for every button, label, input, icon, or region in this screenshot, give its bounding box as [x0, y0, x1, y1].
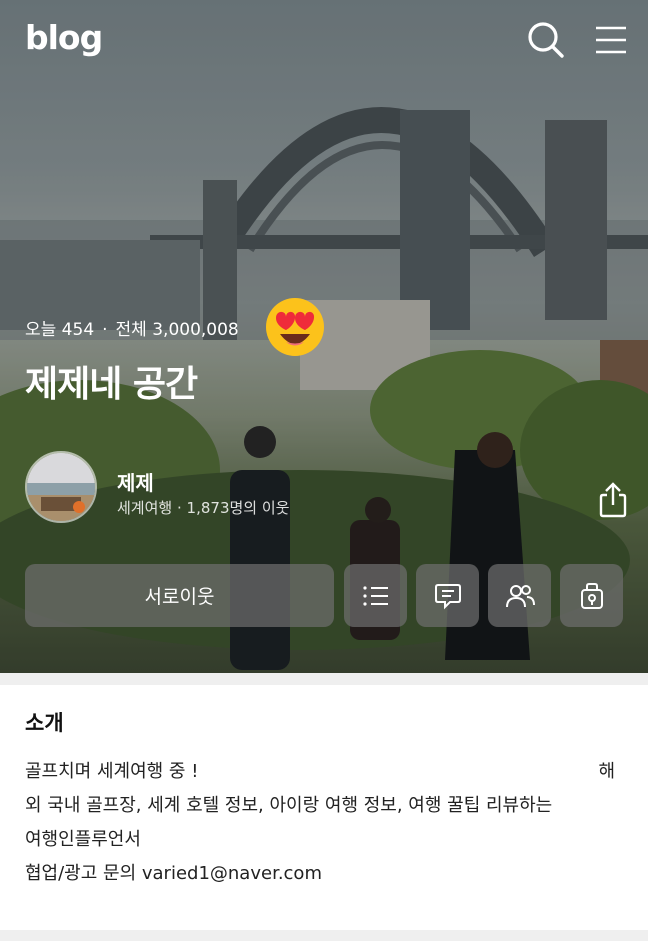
clip-icon: [580, 582, 603, 609]
intro-line-1: 골프치며 세계여행 중 !: [25, 761, 199, 782]
intro-text: 골프치며 세계여행 중 ! 해 외 국내 골프장, 세계 호텔 정보, 아이랑 여…: [25, 755, 625, 891]
meta-separator: ·: [176, 499, 182, 517]
share-icon[interactable]: [594, 481, 632, 519]
cover-image: blog 오늘 454 · 전체 3,000,008 제제네 공간 제제 세계여…: [0, 0, 648, 673]
intro-line-3: 여행인플루언서: [25, 829, 141, 850]
blogger-meta: 세계여행 · 1,873명의 이웃: [117, 497, 289, 518]
visitor-stats: 오늘 454 · 전체 3,000,008: [25, 315, 239, 340]
total-count: 전체 3,000,008: [115, 320, 239, 340]
blog-logo[interactable]: blog: [25, 18, 103, 57]
list-icon: [362, 585, 388, 606]
top-bar: blog: [0, 0, 648, 80]
neighbors-button[interactable]: [488, 564, 551, 627]
list-button[interactable]: [344, 564, 407, 627]
search-icon[interactable]: [526, 20, 566, 60]
message-button[interactable]: [416, 564, 479, 627]
clip-button[interactable]: [560, 564, 623, 627]
stats-separator: ·: [102, 320, 108, 340]
profile-avatar[interactable]: [25, 451, 97, 523]
heart-eyes-emoji-icon: [264, 296, 326, 358]
neighbor-count[interactable]: 1,873명의 이웃: [187, 499, 290, 517]
blog-title: 제제네 공간: [25, 364, 198, 405]
intro-line-2: 외 국내 골프장, 세계 호텔 정보, 아이랑 여행 정보, 여행 꿀팁 리뷰하…: [25, 795, 553, 816]
today-count: 오늘 454: [25, 320, 95, 340]
intro-line-4: 협업/광고 문의 varied1@naver.com: [25, 863, 322, 884]
menu-icon[interactable]: [593, 22, 633, 62]
message-icon: [434, 583, 461, 609]
intro-heading: 소개: [25, 711, 64, 735]
blogger-name[interactable]: 제제: [117, 467, 154, 496]
intro-section: 소개 골프치며 세계여행 중 ! 해 외 국내 골프장, 세계 호텔 정보, 아이…: [0, 685, 648, 930]
neighbors-icon: [505, 584, 535, 607]
mutual-neighbor-button[interactable]: 서로이웃: [25, 564, 334, 627]
blog-category: 세계여행: [117, 499, 173, 517]
intro-line-1-tail: 해: [598, 761, 615, 782]
